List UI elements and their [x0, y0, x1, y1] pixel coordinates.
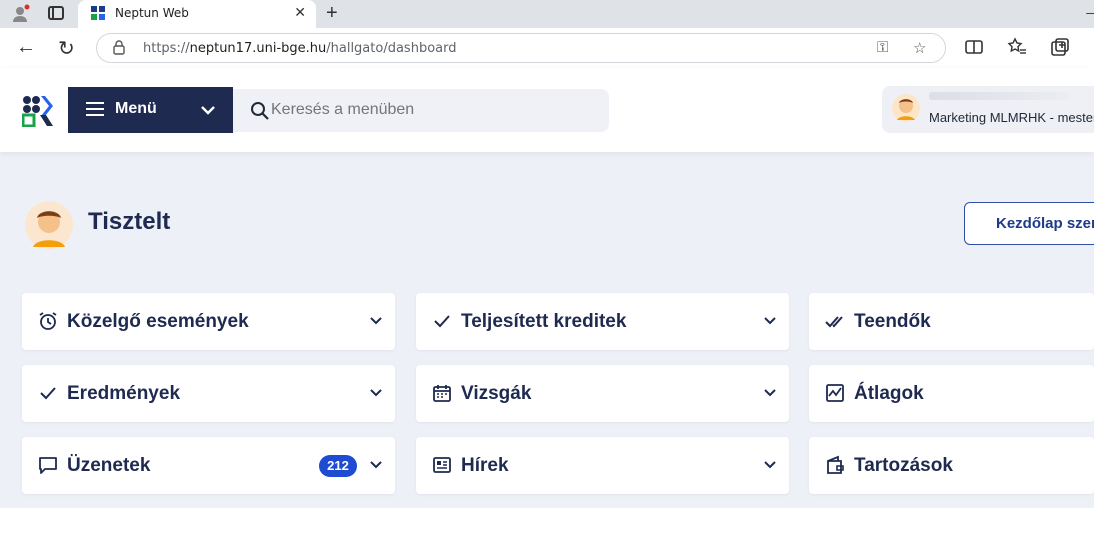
chevron-down-icon[interactable] — [369, 386, 383, 400]
card-upcoming-events[interactable]: Közelgő események — [22, 293, 395, 350]
card-todos[interactable]: Teendők — [809, 293, 1094, 350]
back-icon[interactable]: ← — [16, 36, 36, 59]
chevron-down-icon[interactable] — [369, 458, 383, 472]
menu-search — [233, 89, 609, 132]
check-icon — [434, 315, 450, 328]
favorite-star-icon[interactable]: ☆ — [913, 39, 926, 57]
card-label: Átlagok — [854, 383, 924, 404]
unread-count-badge: 212 — [319, 455, 357, 477]
close-tab-icon[interactable]: ✕ — [294, 4, 306, 21]
new-tab-icon[interactable]: + — [326, 2, 338, 25]
calendar-icon — [433, 385, 451, 402]
check-icon — [40, 387, 56, 400]
collections-icon[interactable] — [1050, 37, 1070, 57]
avatar — [892, 94, 920, 122]
edit-homepage-label: Kezdőlap szerk — [996, 215, 1094, 232]
chart-line-icon — [826, 384, 844, 402]
neptun-favicon-icon — [91, 6, 105, 20]
app-header: Menü Marketing MLMRHK - mester — [0, 68, 1094, 152]
card-label: Üzenetek — [67, 455, 151, 476]
neptun-logo-icon[interactable] — [22, 95, 54, 127]
lock-icon[interactable] — [113, 40, 125, 55]
user-name-blurred — [929, 92, 1069, 100]
greeting-title: Tisztelt — [88, 208, 171, 235]
tab-title: Neptun Web — [115, 6, 189, 20]
alarm-clock-icon — [39, 312, 57, 330]
password-key-icon[interactable]: ⚿ — [877, 39, 888, 56]
split-screen-icon[interactable] — [964, 37, 984, 57]
card-averages[interactable]: Átlagok — [809, 365, 1094, 422]
menu-button[interactable]: Menü — [68, 87, 233, 133]
url-text: https://neptun17.uni-bge.hu/hallgato/das… — [143, 41, 457, 56]
card-messages[interactable]: Üzenetek 212 — [22, 437, 395, 494]
address-bar-row: ← ↻ https://neptun17.uni-bge.hu/hallgato… — [0, 28, 1094, 68]
search-input[interactable] — [271, 101, 591, 119]
card-label: Teendők — [854, 311, 931, 332]
card-label: Hírek — [461, 455, 509, 476]
url-field[interactable]: https://neptun17.uni-bge.hu/hallgato/das… — [96, 33, 946, 63]
search-icon — [251, 102, 269, 120]
favorites-icon[interactable] — [1007, 37, 1027, 57]
hamburger-icon — [86, 102, 104, 116]
message-icon — [39, 457, 57, 474]
card-label: Eredmények — [67, 383, 181, 404]
avatar — [25, 201, 73, 249]
reload-icon[interactable]: ↻ — [58, 36, 75, 61]
chevron-down-icon[interactable] — [369, 314, 383, 328]
double-check-icon — [825, 316, 843, 328]
card-label: Tartozások — [854, 455, 953, 476]
user-profile-chip[interactable]: Marketing MLMRHK - mester — [882, 86, 1094, 133]
card-news[interactable]: Hírek — [416, 437, 789, 494]
card-label: Vizsgák — [461, 383, 532, 404]
browser-tab[interactable]: Neptun Web ✕ — [78, 0, 316, 28]
card-exams[interactable]: Vizsgák — [416, 365, 789, 422]
card-results[interactable]: Eredmények — [22, 365, 395, 422]
edit-homepage-button[interactable]: Kezdőlap szerk — [964, 202, 1094, 245]
wallet-icon — [827, 455, 844, 474]
browser-tab-strip: Neptun Web ✕ + – — [0, 0, 1094, 28]
chevron-down-icon[interactable] — [763, 314, 777, 328]
card-label: Közelgő események — [67, 311, 249, 332]
profile-icon[interactable] — [10, 4, 30, 24]
minimize-icon[interactable]: – — [1086, 4, 1094, 20]
chevron-down-icon[interactable] — [763, 458, 777, 472]
tab-actions-icon[interactable] — [48, 6, 64, 20]
card-debts[interactable]: Tartozások — [809, 437, 1094, 494]
app-content: Menü Marketing MLMRHK - mester Tisztelt … — [0, 68, 1094, 508]
card-label: Teljesített kreditek — [461, 311, 627, 332]
user-role: Marketing MLMRHK - mester — [929, 110, 1094, 125]
chevron-down-icon[interactable] — [763, 386, 777, 400]
newspaper-icon — [433, 457, 451, 473]
menu-label: Menü — [115, 100, 157, 117]
chevron-down-icon — [201, 106, 215, 115]
card-completed-credits[interactable]: Teljesített kreditek — [416, 293, 789, 350]
